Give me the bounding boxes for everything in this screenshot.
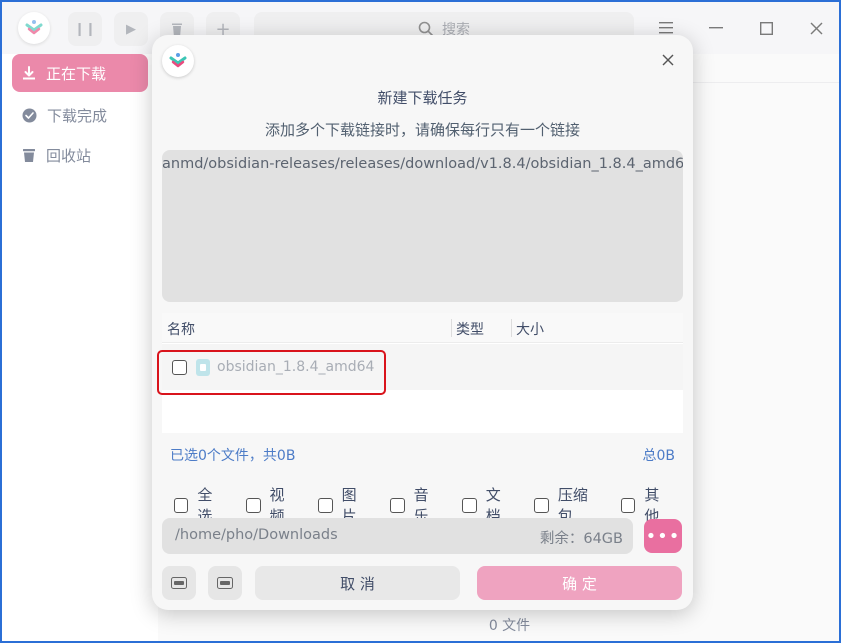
dialog-logo-icon [162,45,194,77]
column-divider [451,319,452,337]
free-space-label: 剩余：64GB [539,531,623,547]
column-header-name[interactable]: 名称 [167,319,195,339]
dialog-title: 新建下载任务 [377,89,468,107]
metalink-file-button[interactable] [208,566,242,600]
table-row[interactable]: obsidian_1.8.4_amd64 [162,344,683,390]
column-header-type[interactable]: 类型 [456,319,484,339]
filter-checkbox[interactable] [534,497,549,513]
url-text: anmd/obsidian-releases/releases/download… [162,156,683,172]
bt-icon [171,577,187,589]
file-checkbox[interactable] [172,360,187,375]
app-window: ❙❙ ▶ + 搜索 正在下载 下载完成 回收站 0 文件 新建下载任务 添加多个… [0,0,841,643]
table-header: 名称 类型 大小 [162,313,683,343]
browse-folder-button[interactable]: ••• [644,519,682,553]
file-name: obsidian_1.8.4_amd64 [217,359,375,375]
url-textarea[interactable]: anmd/obsidian-releases/releases/download… [162,150,683,302]
file-icon [196,359,210,376]
filter-checkbox[interactable] [390,497,405,513]
save-path-field[interactable]: /home/pho/Downloads 剩余：64GB [162,518,633,554]
total-size: 总0B [642,448,675,464]
column-divider [511,319,512,337]
file-table: 名称 类型 大小 obsidian_1.8.4_amd64 [162,313,683,433]
filter-checkbox[interactable] [174,497,189,513]
selection-summary: 已选0个文件，共0B [170,448,296,464]
close-icon [662,54,674,66]
filter-checkbox[interactable] [620,497,636,513]
column-header-size[interactable]: 大小 [516,319,544,339]
filter-checkbox[interactable] [318,497,333,513]
metalink-icon [217,577,233,589]
dialog-subtitle: 添加多个下载链接时，请确保每行只有一个链接 [264,121,580,139]
save-path-text: /home/pho/Downloads [175,527,338,543]
filter-checkbox[interactable] [462,497,477,513]
cancel-button[interactable]: 取 消 [255,566,460,600]
more-icon: ••• [645,525,681,547]
bt-file-button[interactable] [162,566,196,600]
filter-checkbox[interactable] [246,497,261,513]
dialog-close-button[interactable] [657,49,679,71]
confirm-button[interactable]: 确 定 [477,566,682,600]
new-download-dialog: 新建下载任务 添加多个下载链接时，请确保每行只有一个链接 anmd/obsidi… [152,35,693,610]
